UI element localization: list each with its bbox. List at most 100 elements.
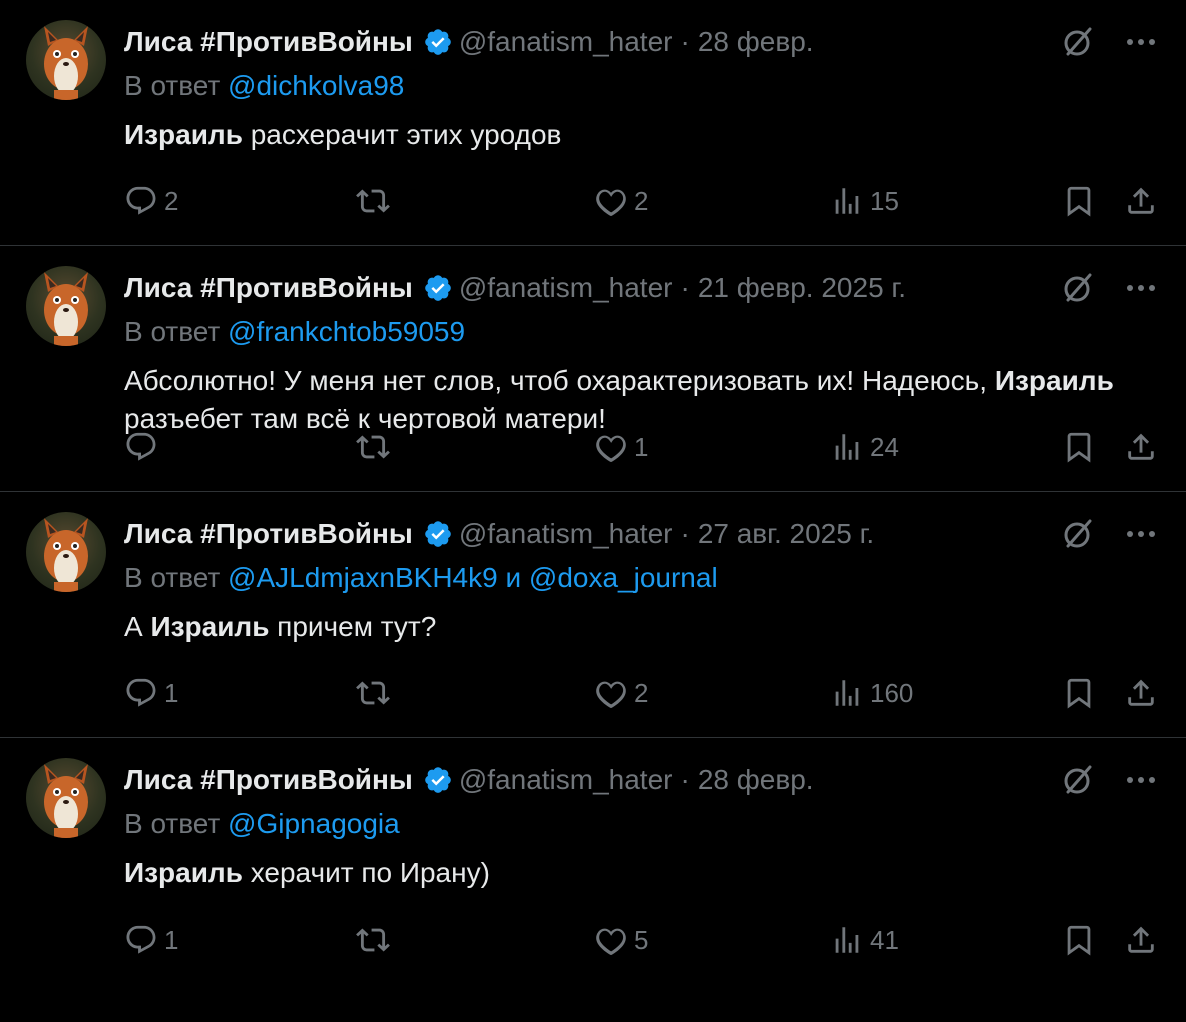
avatar[interactable]: [26, 758, 106, 838]
retweet-icon: [356, 435, 390, 459]
like-button[interactable]: 2: [594, 181, 648, 221]
fox-avatar-image: [44, 26, 88, 100]
tweet-date[interactable]: 28 февр.: [698, 26, 814, 58]
views-count: 41: [870, 924, 899, 955]
like-count: 1: [634, 431, 649, 462]
share-icon: [1128, 433, 1154, 460]
author-name[interactable]: Лиса #ПротивВойны: [124, 764, 413, 796]
like-count: 2: [634, 185, 649, 216]
reply-context: В ответ @AJLdmjaxnBKH4k9 и @doxa_journal: [124, 562, 718, 594]
author-handle[interactable]: @fanatism_hater: [459, 272, 673, 304]
avatar[interactable]: [26, 20, 106, 100]
share-button[interactable]: [1124, 673, 1158, 713]
reply-prefix: В ответ: [124, 808, 221, 839]
verified-badge-icon: [423, 273, 453, 303]
author-handle[interactable]: @fanatism_hater: [459, 764, 673, 796]
share-button[interactable]: [1124, 920, 1158, 960]
views-bars-icon: [835, 434, 859, 460]
views-bars-icon: [835, 927, 859, 953]
verified-badge-icon: [423, 519, 453, 549]
tweet[interactable]: Лиса #ПротивВойны @fanatism_hater · 27 а…: [0, 492, 1186, 738]
tweet-text-bold: Израиль: [124, 857, 243, 888]
bookmark-icon: [1067, 432, 1091, 463]
more-dots-icon[interactable]: [1126, 529, 1156, 539]
more-dots-icon[interactable]: [1126, 775, 1156, 785]
like-button[interactable]: 1: [594, 427, 648, 467]
author-name[interactable]: Лиса #ПротивВойны: [124, 272, 413, 304]
tweet-header: Лиса #ПротивВойны @fanatism_hater · 27 а…: [124, 514, 874, 554]
views-button[interactable]: 24: [830, 427, 899, 467]
reply-button[interactable]: 1: [124, 920, 178, 960]
verified-badge-icon: [423, 765, 453, 795]
retweet-icon: [356, 189, 390, 213]
grok-icon[interactable]: [1060, 270, 1096, 306]
tweet-date[interactable]: 28 февр.: [698, 764, 814, 796]
author-name[interactable]: Лиса #ПротивВойны: [124, 26, 413, 58]
avatar[interactable]: [26, 512, 106, 592]
views-count: 15: [870, 185, 899, 216]
like-button[interactable]: 2: [594, 673, 648, 713]
reply-to-link[interactable]: @Gipnagogia: [228, 808, 400, 839]
tweet-actions: 1 2 160: [0, 673, 1186, 713]
grok-icon[interactable]: [1060, 516, 1096, 552]
tweet[interactable]: Лиса #ПротивВойны @fanatism_hater · 21 ф…: [0, 246, 1186, 492]
views-bars-icon: [835, 188, 859, 214]
tweet-text: А Израиль причем тут?: [124, 608, 1134, 646]
reply-to-link-2[interactable]: @doxa_journal: [529, 562, 718, 593]
share-button[interactable]: [1124, 427, 1158, 467]
reply-button[interactable]: [124, 427, 164, 467]
bookmark-button[interactable]: [1062, 181, 1096, 221]
heart-icon: [596, 681, 626, 709]
bookmark-button[interactable]: [1062, 427, 1096, 467]
views-button[interactable]: 15: [830, 181, 899, 221]
reply-to-link[interactable]: @dichkolva98: [228, 70, 404, 101]
grok-icon[interactable]: [1060, 24, 1096, 60]
grok-icon[interactable]: [1060, 762, 1096, 798]
tweet[interactable]: Лиса #ПротивВойны @fanatism_hater · 28 ф…: [0, 738, 1186, 984]
tweet-text: Израиль расхерачит этих уродов: [124, 116, 1134, 154]
tweet-actions: 2 2 15: [0, 181, 1186, 221]
like-count: 2: [634, 677, 649, 708]
more-dots-icon[interactable]: [1126, 283, 1156, 293]
separator-dot: ·: [680, 272, 690, 303]
reply-button[interactable]: 1: [124, 673, 178, 713]
tweet-text-rest: причем тут?: [269, 611, 437, 642]
author-handle[interactable]: @fanatism_hater: [459, 26, 673, 58]
bookmark-icon: [1067, 925, 1091, 956]
tweet-text-rest: херачит по Ирану): [242, 857, 490, 888]
like-count: 5: [634, 924, 649, 955]
tweet-date[interactable]: 27 авг. 2025 г.: [698, 518, 874, 550]
tweet-text-bold: Израиль: [994, 365, 1114, 396]
views-button[interactable]: 41: [830, 920, 899, 960]
reply-prefix: В ответ: [124, 316, 221, 347]
tweet-actions: 1 5 41: [0, 920, 1186, 960]
share-icon: [1128, 679, 1154, 706]
like-button[interactable]: 5: [594, 920, 648, 960]
author-handle[interactable]: @fanatism_hater: [459, 518, 673, 550]
tweet-top-icons: [1060, 516, 1156, 552]
views-count: 160: [870, 677, 914, 708]
retweet-button[interactable]: [356, 427, 396, 467]
bookmark-button[interactable]: [1062, 673, 1096, 713]
retweet-button[interactable]: [356, 673, 396, 713]
bookmark-button[interactable]: [1062, 920, 1096, 960]
reply-button[interactable]: 2: [124, 181, 178, 221]
reply-context: В ответ @dichkolva98: [124, 70, 404, 102]
author-name[interactable]: Лиса #ПротивВойны: [124, 518, 413, 550]
tweet[interactable]: Лиса #ПротивВойны @fanatism_hater · 28 ф…: [0, 0, 1186, 246]
more-dots-icon[interactable]: [1126, 37, 1156, 47]
views-button[interactable]: 160: [830, 673, 913, 713]
heart-icon: [596, 928, 626, 956]
avatar[interactable]: [26, 266, 106, 346]
tweet-date[interactable]: 21 февр. 2025 г.: [698, 272, 906, 304]
share-button[interactable]: [1124, 181, 1158, 221]
retweet-button[interactable]: [356, 920, 396, 960]
retweet-icon: [356, 681, 390, 705]
reply-to-link[interactable]: @frankchtob59059: [228, 316, 465, 347]
fox-avatar-image: [44, 272, 88, 346]
share-icon: [1128, 187, 1154, 214]
tweet-header: Лиса #ПротивВойны @fanatism_hater · 28 ф…: [124, 760, 814, 800]
separator-dot: ·: [680, 518, 690, 549]
retweet-button[interactable]: [356, 181, 396, 221]
reply-to-link[interactable]: @AJLdmjaxnBKH4k9: [228, 562, 498, 593]
